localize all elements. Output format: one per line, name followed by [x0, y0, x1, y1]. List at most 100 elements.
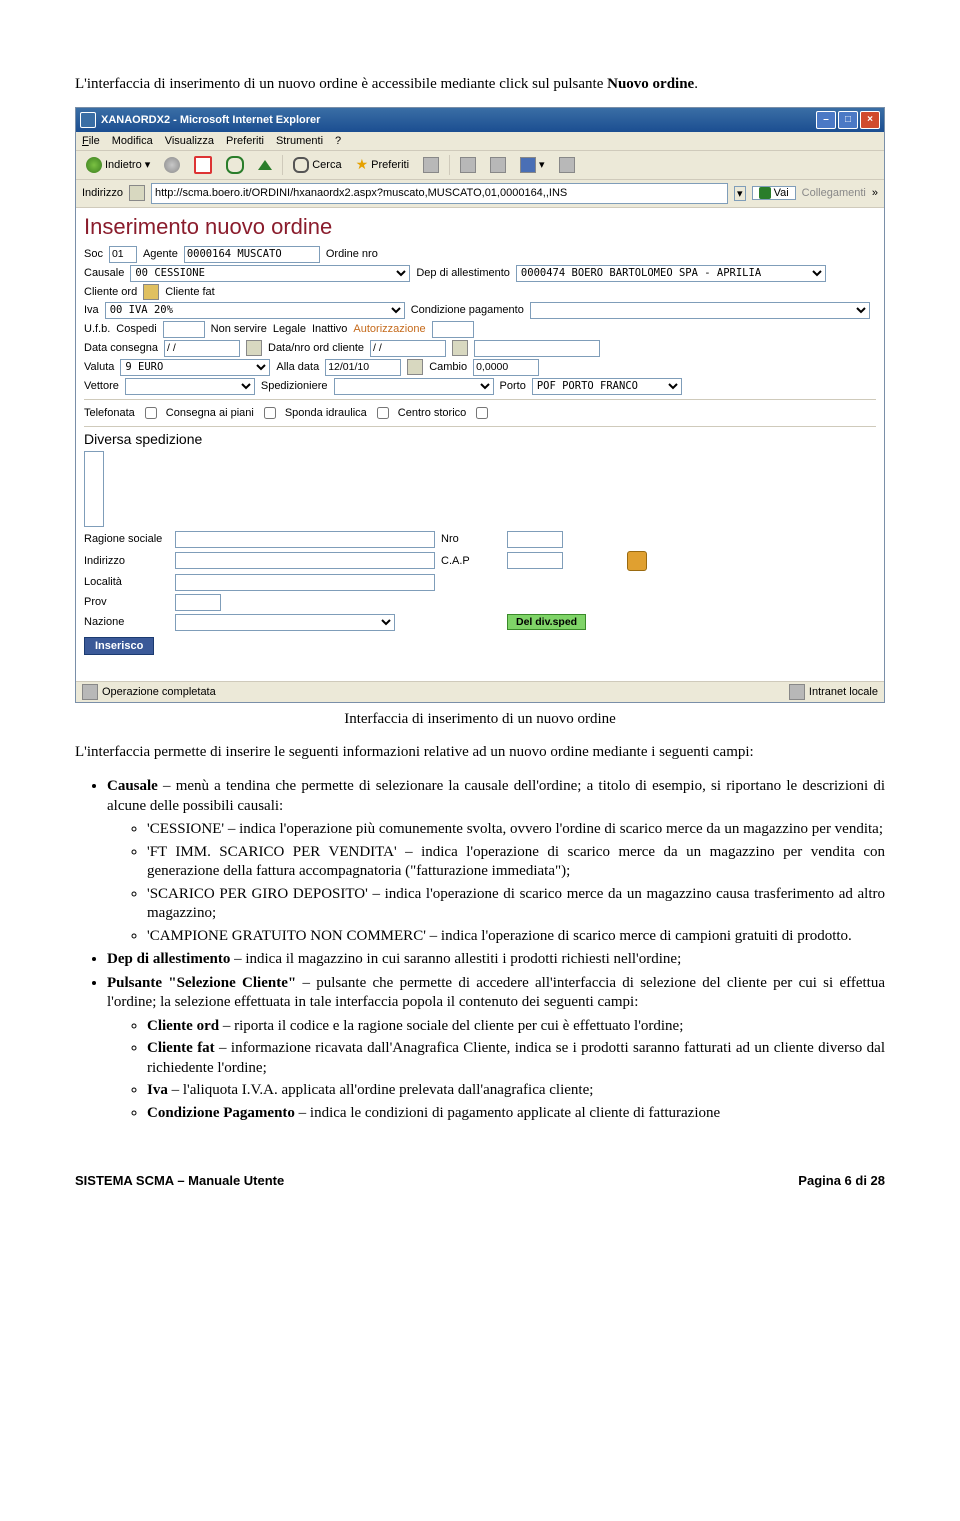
print-button[interactable] — [486, 155, 510, 175]
menu-visualizza[interactable]: Visualizza — [165, 135, 214, 147]
vettore-select[interactable] — [125, 378, 255, 395]
intro-bold: Nuovo ordine — [607, 76, 694, 92]
history-button[interactable] — [419, 155, 443, 175]
ie-icon — [80, 112, 96, 128]
extra-button[interactable] — [555, 155, 579, 175]
search-icon — [293, 157, 309, 173]
print-icon — [490, 157, 506, 173]
address-bar: Indirizzo ▾ Vai Collegamenti » — [76, 180, 884, 208]
search-button[interactable]: Cerca — [289, 155, 345, 175]
alladata-input[interactable] — [325, 359, 401, 376]
mail-icon — [460, 157, 476, 173]
menu-strumenti[interactable]: Strumenti — [276, 135, 323, 147]
alladata-label: Alla data — [276, 361, 319, 373]
del-divsped-button[interactable]: Del div.sped — [507, 614, 586, 630]
titlebar: XANAORDX2 - Microsoft Internet Explorer … — [76, 108, 884, 132]
sponda-checkbox[interactable] — [377, 407, 389, 419]
address-dropdown[interactable]: ▾ — [734, 186, 746, 201]
condpag-select[interactable] — [530, 302, 870, 319]
indirizzo-input[interactable] — [175, 552, 435, 569]
cliente-fat-label: Cliente fat — [165, 286, 215, 298]
nro-ord-cliente-input[interactable] — [474, 340, 600, 357]
links-label[interactable]: Collegamenti — [802, 187, 866, 199]
star-icon: ★ — [356, 156, 369, 173]
centro-label: Centro storico — [398, 407, 466, 419]
cospedi-input[interactable] — [163, 321, 205, 338]
localita-label: Località — [84, 576, 169, 588]
vettore-label: Vettore — [84, 380, 119, 392]
localita-input[interactable] — [175, 574, 435, 591]
causale-select[interactable]: 00 CESSIONE — [130, 265, 410, 282]
refresh-button[interactable] — [222, 154, 248, 176]
calendar-icon-2[interactable] — [452, 340, 468, 356]
form-title: Inserimento nuovo ordine — [84, 214, 876, 240]
sub-cliente-ord: Cliente ord – riporta il codice e la rag… — [147, 1017, 885, 1037]
links-expand[interactable]: » — [872, 187, 878, 199]
address-label: Indirizzo — [82, 187, 123, 199]
maximize-button[interactable]: □ — [838, 111, 858, 129]
ufb-label: U.f.b. — [84, 323, 110, 335]
address-input[interactable] — [151, 183, 728, 204]
map-icon[interactable] — [627, 551, 647, 571]
home-icon — [258, 160, 272, 170]
nro-input[interactable] — [507, 531, 563, 548]
nonservire-label: Non servire — [211, 323, 267, 335]
calendar-icon-3[interactable] — [407, 359, 423, 375]
screenshot-window: XANAORDX2 - Microsoft Internet Explorer … — [75, 107, 885, 703]
word-button[interactable]: ▾ — [516, 155, 549, 175]
soc-input[interactable] — [109, 246, 137, 263]
page-footer: SISTEMA SCMA – Manuale Utente Pagina 6 d… — [75, 1173, 885, 1188]
intro-text: L'interfaccia di inserimento di un nuovo… — [75, 76, 607, 92]
minimize-button[interactable]: – — [816, 111, 836, 129]
refresh-icon — [226, 156, 244, 174]
cliente-ord-lookup-icon[interactable] — [143, 284, 159, 300]
agente-input[interactable] — [184, 246, 320, 263]
status-right: Intranet locale — [809, 685, 878, 697]
datacons-input[interactable] — [164, 340, 240, 357]
status-left: Operazione completata — [102, 685, 216, 697]
porto-select[interactable]: POF PORTO FRANCO — [532, 378, 682, 395]
dep-label: Dep di allestimento — [416, 267, 510, 279]
nazione-select[interactable] — [175, 614, 395, 631]
forward-button[interactable] — [160, 155, 184, 175]
menu-file[interactable]: FFileile — [82, 135, 100, 147]
calendar-icon[interactable] — [246, 340, 262, 356]
sub-cliente-fat: Cliente fat – informazione ricavata dall… — [147, 1039, 885, 1078]
menu-modifica[interactable]: Modifica — [112, 135, 153, 147]
paragraph-2: L'interfaccia permette di inserire le se… — [75, 743, 885, 763]
mail-button[interactable] — [456, 155, 480, 175]
piani-checkbox[interactable] — [264, 407, 276, 419]
menu-preferiti[interactable]: Preferiti — [226, 135, 264, 147]
centro-checkbox[interactable] — [476, 407, 488, 419]
ragione-input[interactable] — [175, 531, 435, 548]
cambio-input[interactable] — [473, 359, 539, 376]
cap-input[interactable] — [507, 552, 563, 569]
cambio-label: Cambio — [429, 361, 467, 373]
valuta-select[interactable]: 9 EURO — [120, 359, 270, 376]
telefonata-checkbox[interactable] — [145, 407, 157, 419]
dep-select[interactable]: 0000474 BOERO BARTOLOMEO SPA - APRILIA — [516, 265, 826, 282]
inserisco-button[interactable]: Inserisco — [84, 637, 154, 655]
iva-label: Iva — [84, 304, 99, 316]
menu-help[interactable]: ? — [335, 135, 341, 147]
sub-campione: 'CAMPIONE GRATUITO NON COMMERC' – indica… — [147, 927, 885, 947]
favorites-button[interactable]: ★Preferiti — [352, 154, 413, 175]
forward-icon — [164, 157, 180, 173]
cap-label: C.A.P — [441, 555, 501, 567]
close-button[interactable]: × — [860, 111, 880, 129]
autorizzazione-input[interactable] — [432, 321, 474, 338]
iva-select[interactable]: 00 IVA 20% — [105, 302, 405, 319]
ragione-label: Ragione sociale — [84, 533, 169, 545]
bullet-pulsante: Pulsante "Selezione Cliente" – pulsante … — [107, 974, 885, 1124]
indirizzo-label: Indirizzo — [84, 555, 169, 567]
sped-select-box[interactable] — [84, 451, 104, 527]
condpag-label: Condizione pagamento — [411, 304, 524, 316]
spedizioniere-select[interactable] — [334, 378, 494, 395]
prov-input[interactable] — [175, 594, 221, 611]
agente-label: Agente — [143, 248, 178, 260]
back-button[interactable]: Indietro ▾ — [82, 155, 154, 175]
stop-button[interactable] — [190, 154, 216, 176]
dataord-input[interactable] — [370, 340, 446, 357]
home-button[interactable] — [254, 158, 276, 172]
go-button[interactable]: Vai — [752, 186, 796, 200]
